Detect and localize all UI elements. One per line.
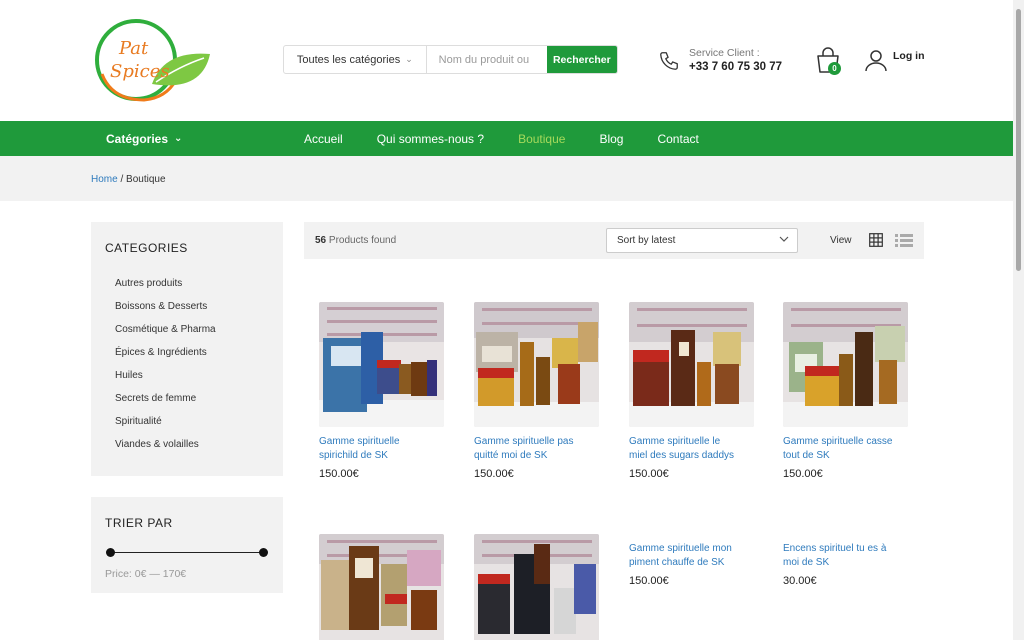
product-name-line: piment chauffe de SK <box>629 556 725 568</box>
chevron-down-icon: ⌄ <box>174 133 183 144</box>
list-view-icon[interactable] <box>895 234 913 247</box>
category-item[interactable]: Secrets de femme <box>115 393 216 416</box>
nav-link-qui-sommes-nous[interactable]: Qui sommes-nous ? <box>377 132 484 146</box>
category-item[interactable]: Huiles <box>115 370 216 393</box>
cart-count-badge: 0 <box>828 62 841 75</box>
product-price: 150.00€ <box>783 468 823 480</box>
product-name-line: moi de SK <box>783 556 830 568</box>
category-item[interactable]: Spiritualité <box>115 416 216 439</box>
product-name-line: Gamme spirituelle pas <box>474 436 574 447</box>
breadcrumb-home[interactable]: Home <box>91 174 118 185</box>
breadcrumb-current: Boutique <box>126 174 166 185</box>
category-item[interactable]: Épices & Ingrédients <box>115 347 216 370</box>
price-filter-title: TRIER PAR <box>105 516 173 530</box>
search-button[interactable]: Rechercher <box>546 46 617 73</box>
product-price: 150.00€ <box>474 468 514 480</box>
category-item[interactable]: Autres produits <box>115 278 216 301</box>
logo-text-spices: Spices <box>110 61 170 82</box>
shop-toolbar: 56 Products found Sort by latest View <box>304 222 924 259</box>
products-count: 56 <box>315 235 327 246</box>
nav-link-boutique[interactable]: Boutique <box>518 132 565 146</box>
page-scrollbar-thumb[interactable] <box>1016 9 1021 271</box>
grid-view-icon[interactable] <box>869 233 883 247</box>
category-list: Autres produits Boissons & Desserts Cosm… <box>115 278 216 462</box>
phone-icon <box>660 52 678 70</box>
sort-select-value: Sort by latest <box>617 235 676 246</box>
price-filter-widget: TRIER PAR Price: 0€ — 170€ <box>91 497 283 593</box>
chevron-down-icon: ⌄ <box>405 54 413 64</box>
product-name-line: spirichild de SK <box>319 449 388 461</box>
logo-text-pat: Pat <box>118 38 149 59</box>
product-name-line: Gamme spirituelle <box>319 436 400 447</box>
view-label: View <box>830 235 852 246</box>
products-found-label: Products found <box>328 235 397 246</box>
product-name-line: Encens spirituel tu es à <box>783 543 887 554</box>
product-image[interactable] <box>474 534 599 640</box>
site-header: Pat Spices Toutes les catégories ⌄ Reche… <box>0 0 1013 121</box>
category-item[interactable]: Viandes & volailles <box>115 439 216 462</box>
category-select-label: Toutes les catégories <box>296 53 401 66</box>
product-name-link[interactable]: Gamme spirituelle mon piment chauffe de … <box>629 542 759 569</box>
product-name-link[interactable]: Gamme spirituelle le miel des sugars dad… <box>629 435 759 462</box>
product-name-line: Gamme spirituelle le <box>629 436 721 447</box>
product-image[interactable] <box>319 302 444 427</box>
product-image[interactable] <box>629 302 754 427</box>
categories-menu-toggle[interactable]: Catégories ⌄ <box>106 121 182 156</box>
pat-spices-logo[interactable]: Pat Spices <box>92 14 214 106</box>
breadcrumb-separator: / <box>120 174 124 185</box>
search-input[interactable] <box>426 46 547 73</box>
price-range-label: Price: 0€ — 170€ <box>105 568 187 580</box>
product-name-link[interactable]: Gamme spirituelle pas quitté moi de SK <box>474 435 604 462</box>
login-link[interactable]: Log in <box>893 50 925 62</box>
product-name-link[interactable]: Encens spirituel tu es à moi de SK <box>783 542 913 569</box>
product-name-line: Gamme spirituelle mon <box>629 543 732 554</box>
product-price: 150.00€ <box>629 468 669 480</box>
product-price: 150.00€ <box>319 468 359 480</box>
main-nav: Catégories ⌄ Accueil Qui sommes-nous ? B… <box>0 121 1013 156</box>
nav-links: Accueil Qui sommes-nous ? Boutique Blog … <box>304 121 699 156</box>
category-select[interactable]: Toutes les catégories ⌄ <box>284 46 427 73</box>
service-client-phone[interactable]: +33 7 60 75 30 77 <box>689 61 782 73</box>
product-image[interactable] <box>783 302 908 427</box>
product-price: 150.00€ <box>629 575 669 587</box>
product-name-line: Gamme spirituelle casse <box>783 436 893 447</box>
price-slider-track[interactable] <box>110 552 263 553</box>
product-price: 30.00€ <box>783 575 817 587</box>
product-name-line: tout de SK <box>783 449 830 461</box>
search-bar: Toutes les catégories ⌄ Rechercher <box>283 45 618 74</box>
product-name-line: miel des sugars daddys <box>629 449 735 461</box>
price-slider-min-handle[interactable] <box>106 548 115 557</box>
nav-link-accueil[interactable]: Accueil <box>304 132 343 146</box>
products-found: 56 Products found <box>315 235 396 246</box>
user-icon[interactable] <box>864 48 888 72</box>
category-item[interactable]: Cosmétique & Pharma <box>115 324 216 347</box>
product-image[interactable] <box>474 302 599 427</box>
product-name-link[interactable]: Gamme spirituelle casse tout de SK <box>783 435 913 462</box>
category-item[interactable]: Boissons & Desserts <box>115 301 216 324</box>
price-slider-max-handle[interactable] <box>259 548 268 557</box>
breadcrumb: Home / Boutique <box>91 174 166 185</box>
product-name-link[interactable]: Gamme spirituelle spirichild de SK <box>319 435 449 462</box>
product-name-line: quitté moi de SK <box>474 449 548 461</box>
nav-link-contact[interactable]: Contact <box>657 132 698 146</box>
nav-link-blog[interactable]: Blog <box>599 132 623 146</box>
service-client-label: Service Client : <box>689 47 760 59</box>
chevron-down-icon <box>779 236 789 242</box>
categories-menu-label: Catégories <box>106 131 169 146</box>
categories-widget: CATEGORIES Autres produits Boissons & De… <box>91 222 283 476</box>
product-image[interactable] <box>319 534 444 640</box>
categories-title: CATEGORIES <box>105 241 188 255</box>
service-client: Service Client : +33 7 60 75 30 77 <box>689 47 782 73</box>
sort-select[interactable]: Sort by latest <box>606 228 798 253</box>
